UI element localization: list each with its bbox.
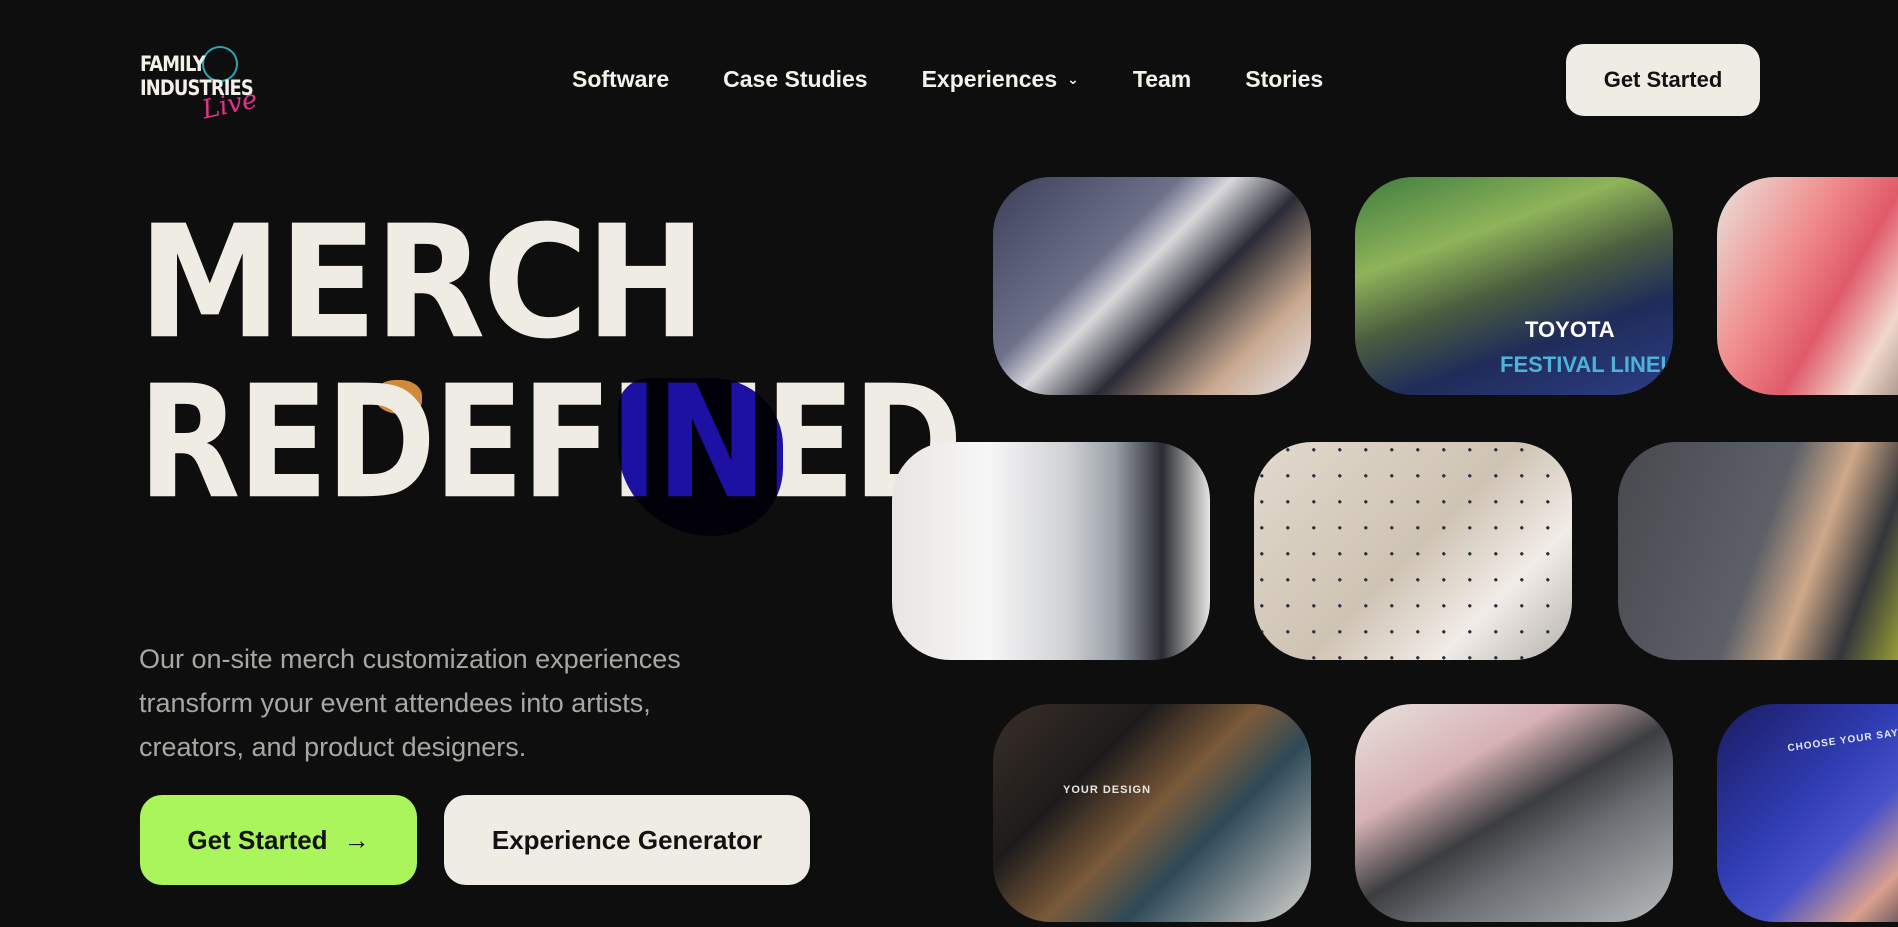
hero-description: Our on-site merch customization experien… — [139, 644, 681, 762]
nav-item-stories[interactable]: Stories — [1245, 66, 1323, 93]
nav-item-software[interactable]: Software — [572, 66, 669, 93]
header-get-started-button[interactable]: Get Started — [1566, 44, 1760, 116]
photo-printing-artist — [993, 177, 1311, 395]
hero-headline: MERCH REDEFINED — [138, 191, 963, 560]
photo-press-operator — [1618, 442, 1898, 660]
photo-toyota-festival: TOYOTA FESTIVAL LINEU — [1355, 177, 1673, 395]
nav-label: Software — [572, 66, 670, 92]
kiosk-screen-text: CHOOSE YOUR SAYING — [1786, 724, 1898, 755]
nav-item-team[interactable]: Team — [1133, 66, 1191, 93]
headline-line-1: MERCH — [138, 191, 706, 374]
experience-generator-button[interactable]: Experience Generator — [444, 795, 810, 885]
brand-logo[interactable]: FAMILY INDUSTRIES Live — [140, 46, 260, 125]
nav-label: Case Studies — [723, 66, 868, 92]
festival-lineup-text: FESTIVAL LINEU — [1500, 352, 1673, 377]
photo-baseball-jersey — [892, 442, 1210, 660]
chevron-down-icon: ⌄ — [1067, 71, 1079, 87]
photo-heat-press — [1355, 704, 1673, 922]
photo-design-kiosk: YOUR DESIGN — [993, 704, 1311, 922]
photo-pink-bag — [1717, 177, 1898, 395]
headline-line-2: REDEFINED — [138, 351, 963, 534]
hero-get-started-button[interactable]: Get Started → — [140, 795, 417, 885]
nav-label: Stories — [1245, 66, 1324, 92]
kiosk-screen-text: YOUR DESIGN — [1063, 784, 1152, 796]
button-label: Get Started — [187, 824, 328, 855]
nav-label: Team — [1132, 66, 1192, 92]
photo-choose-your-saying: CHOOSE YOUR SAYING — [1717, 704, 1898, 922]
nav-item-case-studies[interactable]: Case Studies — [723, 66, 867, 93]
nav-item-experiences[interactable]: Experiences ⌄ — [922, 66, 1079, 93]
logo-text-family: FAMILY — [140, 52, 206, 76]
main-nav: Software Case Studies Experiences ⌄ Team … — [572, 66, 1377, 93]
arrow-right-icon: → — [343, 824, 370, 855]
nav-label: Experiences — [921, 66, 1058, 92]
toyota-sign-text: TOYOTA — [1525, 317, 1615, 342]
photo-pegboard-booth — [1254, 442, 1572, 660]
